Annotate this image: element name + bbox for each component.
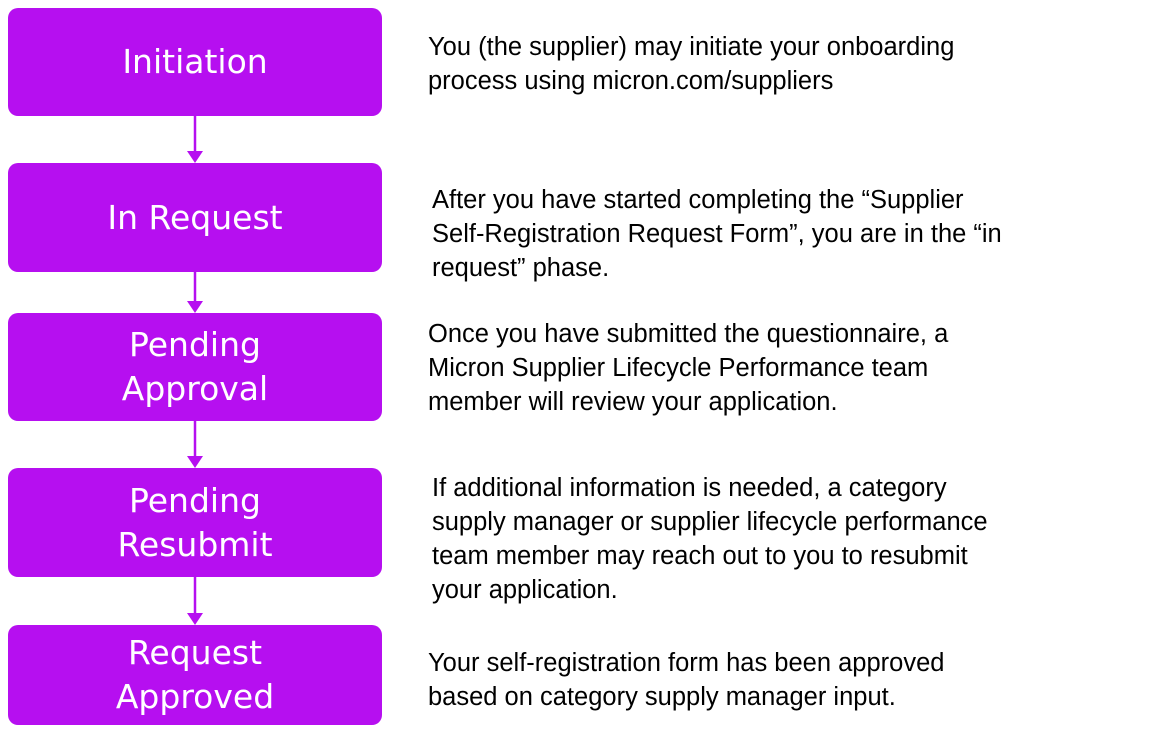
- description-line: member will review your application.: [428, 388, 838, 416]
- stage-label-line: Request: [127, 633, 263, 672]
- stage-pending-resubmit-box: Pending Resubmit: [8, 468, 382, 577]
- connector-arrow-pending-resubmit-to-request-approved: [187, 577, 203, 625]
- stage-pending-approval-description: Once you have submitted the questionnair…: [428, 317, 948, 419]
- description-line: Your self-registration form has been app…: [428, 649, 945, 677]
- stage-label-line: Initiation: [122, 42, 268, 81]
- stage-label-line: In Request: [107, 197, 283, 237]
- description-line: Self-Registration Request Form”, you are…: [432, 220, 1002, 248]
- stage-label-line: Pending: [129, 325, 261, 364]
- description-line: Once you have submitted the questionnair…: [428, 320, 949, 348]
- stage-label-line: Approval: [121, 369, 269, 408]
- connector-arrow-initiation-to-in-request: [187, 116, 203, 163]
- description-line: supply manager or supplier lifecycle per…: [432, 508, 988, 536]
- description-line: After you have started completing the “S…: [432, 186, 964, 214]
- description-line: You (the supplier) may initiate your onb…: [428, 33, 955, 61]
- stage-in-request-description: After you have started completing the “S…: [432, 183, 1002, 285]
- stage-initiation-description: You (the supplier) may initiate your onb…: [428, 30, 954, 98]
- description-line: Micron Supplier Lifecycle Performance te…: [428, 354, 929, 382]
- stage-pending-approval-box: Pending Approval: [8, 313, 382, 421]
- description-line: based on category supply manager input.: [428, 683, 896, 711]
- stage-request-approved-box: Request Approved: [8, 625, 382, 725]
- description-line: If additional information is needed, a c…: [432, 474, 947, 502]
- stage-initiation-box: Initiation: [8, 8, 382, 116]
- stage-label-line: Resubmit: [117, 524, 273, 564]
- connector-arrow-pending-approval-to-pending-resubmit: [187, 421, 203, 468]
- stage-request-approved-description: Your self-registration form has been app…: [428, 646, 944, 714]
- connector-arrow-in-request-to-pending-approval: [187, 272, 203, 313]
- stage-pending-resubmit-description: If additional information is needed, a c…: [432, 471, 988, 607]
- description-line: your application.: [432, 576, 618, 604]
- stage-in-request-box: In Request: [8, 163, 382, 272]
- stage-label-line: Pending: [129, 480, 261, 520]
- description-line: request” phase.: [432, 254, 610, 282]
- description-line: team member may reach out to you to resu…: [432, 542, 968, 570]
- description-line: process using micron.com/suppliers: [428, 67, 834, 95]
- stage-label-line: Approved: [115, 677, 275, 716]
